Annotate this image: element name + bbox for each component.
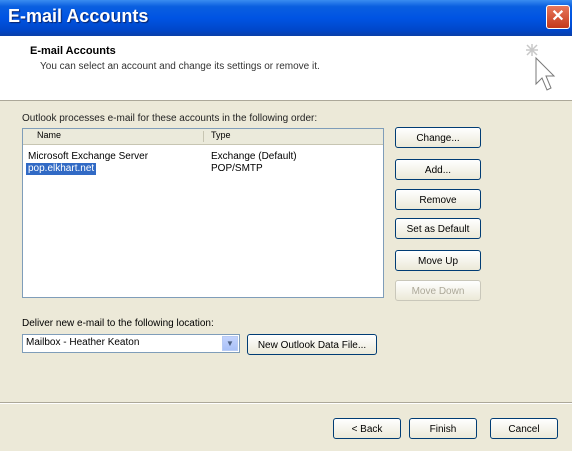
list-header: Name Type <box>23 129 383 145</box>
add-button[interactable]: Add... <box>395 159 481 180</box>
title-bar: E-mail Accounts ✕ <box>0 0 572 36</box>
column-header-type[interactable]: Type <box>211 130 231 140</box>
column-header-name[interactable]: Name <box>37 130 61 140</box>
move-up-button[interactable]: Move Up <box>395 250 481 271</box>
window-title: E-mail Accounts <box>8 6 149 26</box>
cancel-button[interactable]: Cancel <box>490 418 558 439</box>
account-name: pop.elkhart.net <box>26 163 97 175</box>
email-accounts-dialog: E-mail Accounts ✕ E-mail Accounts You ca… <box>0 0 572 451</box>
close-icon: ✕ <box>551 8 565 25</box>
header-subtitle: You can select an account and change its… <box>40 61 320 72</box>
move-down-button: Move Down <box>395 280 481 301</box>
cursor-sparkle-icon <box>526 44 556 91</box>
finish-button[interactable]: Finish <box>409 418 477 439</box>
change-button[interactable]: Change... <box>395 127 481 148</box>
close-button[interactable]: ✕ <box>546 5 570 29</box>
remove-button[interactable]: Remove <box>395 189 481 210</box>
deliver-location-label: Deliver new e-mail to the following loca… <box>22 318 214 329</box>
accounts-list[interactable]: Name Type Microsoft Exchange Server Exch… <box>22 128 384 298</box>
wizard-header: E-mail Accounts You can select an accoun… <box>0 36 572 101</box>
column-separator <box>203 131 204 142</box>
accounts-order-label: Outlook processes e-mail for these accou… <box>22 113 318 124</box>
set-default-button[interactable]: Set as Default <box>395 218 481 239</box>
delivery-location-value: Mailbox - Heather Keaton <box>26 337 140 348</box>
account-name: Microsoft Exchange Server <box>28 151 149 162</box>
list-item[interactable]: pop.elkhart.net POP/SMTP <box>23 163 383 175</box>
delivery-location-select[interactable]: Mailbox - Heather Keaton ▼ <box>22 334 240 353</box>
new-data-file-button[interactable]: New Outlook Data File... <box>247 334 377 355</box>
chevron-down-icon[interactable]: ▼ <box>222 336 238 351</box>
list-item[interactable]: Microsoft Exchange Server Exchange (Defa… <box>23 151 383 163</box>
back-button[interactable]: < Back <box>333 418 401 439</box>
account-type: Exchange (Default) <box>211 151 297 162</box>
account-type: POP/SMTP <box>211 163 263 174</box>
header-title: E-mail Accounts <box>30 45 116 57</box>
footer-divider <box>0 402 572 404</box>
